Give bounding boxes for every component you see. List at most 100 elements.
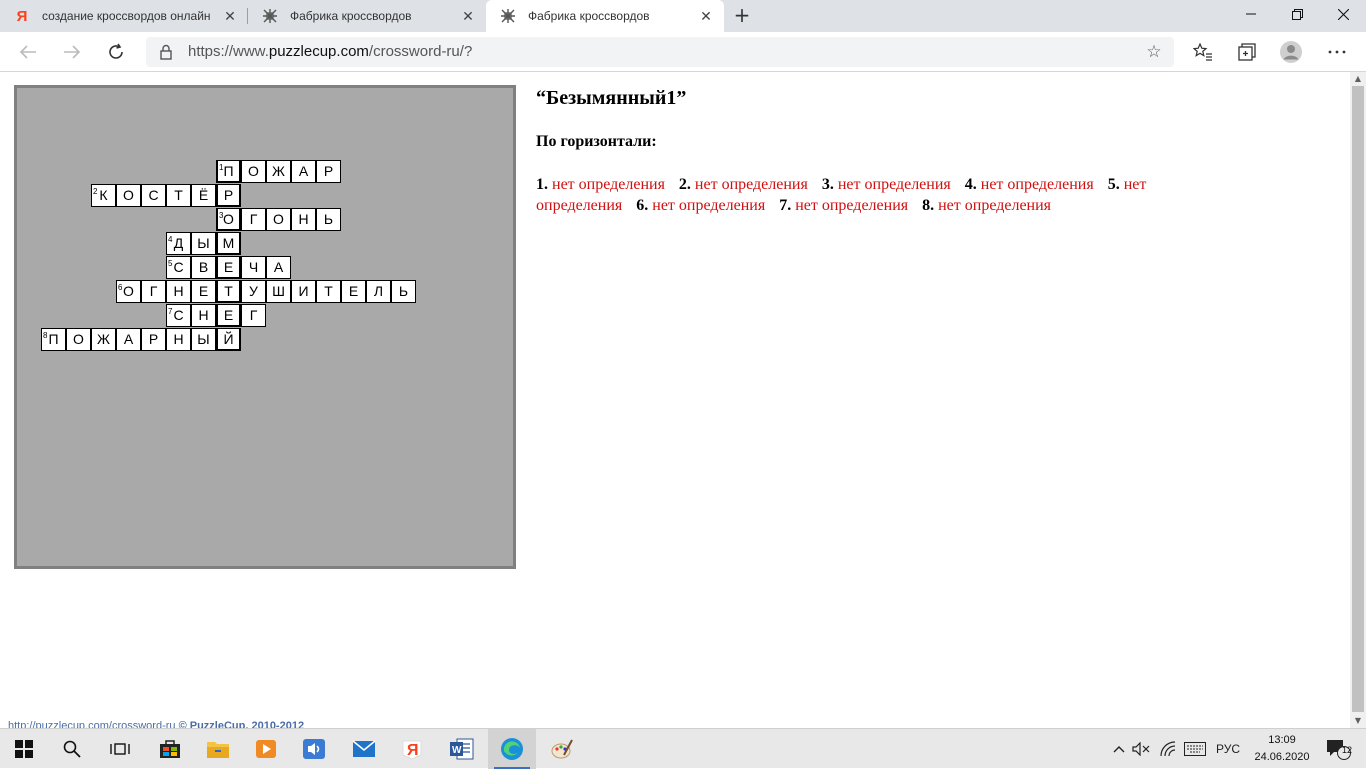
mail-icon[interactable] <box>340 729 388 769</box>
close-tab-icon[interactable]: ✕ <box>698 8 714 24</box>
crossword-cell[interactable]: У <box>241 280 266 303</box>
crossword-cell[interactable]: Ы <box>191 232 216 255</box>
crossword-cell[interactable]: Г <box>241 208 266 231</box>
back-icon[interactable] <box>14 38 42 66</box>
crossword-cell[interactable]: 5С <box>166 256 191 279</box>
crossword-cell[interactable]: Е <box>216 304 241 327</box>
url-text[interactable]: https://www.puzzlecup.com/crossword-ru/? <box>188 43 472 60</box>
crossword-cell[interactable]: Г <box>241 304 266 327</box>
task-view-icon[interactable] <box>96 729 144 769</box>
crossword-cell[interactable]: Р <box>216 184 241 207</box>
clue-item[interactable]: 8. нет определения <box>922 197 1051 214</box>
clue-item[interactable]: 4. нет определения <box>965 176 1094 193</box>
clue-item[interactable]: 2. нет определения <box>679 176 808 193</box>
yandex-browser-icon[interactable]: Я <box>388 729 436 769</box>
crossword-cell[interactable]: Н <box>291 208 316 231</box>
crossword-cell[interactable]: О <box>266 208 291 231</box>
crossword-cell[interactable]: Ь <box>391 280 416 303</box>
tab-crossword-1[interactable]: Фабрика кроссвордов ✕ <box>248 0 486 32</box>
clue-item[interactable]: 7. нет определения <box>779 197 908 214</box>
crossword-cell[interactable]: Г <box>141 280 166 303</box>
crossword-cell[interactable]: 2К <box>91 184 116 207</box>
crossword-cell[interactable]: О <box>116 184 141 207</box>
media-player-icon[interactable] <box>242 729 290 769</box>
crossword-cell[interactable]: В <box>191 256 216 279</box>
crossword-cell[interactable]: Т <box>216 280 241 303</box>
crossword-cell[interactable]: Ч <box>241 256 266 279</box>
system-clock[interactable]: 13:09 24.06.2020 <box>1244 732 1320 766</box>
volume-muted-icon[interactable] <box>1130 729 1152 769</box>
profile-avatar-icon[interactable] <box>1278 39 1304 65</box>
crossword-cell[interactable]: О <box>241 160 266 183</box>
tab-yandex[interactable]: Я создание кроссвордов онлайн ✕ <box>0 0 248 32</box>
refresh-icon[interactable] <box>102 38 130 66</box>
crossword-cell[interactable]: Н <box>191 304 216 327</box>
crossword-cell[interactable]: Ь <box>316 208 341 231</box>
footer-link[interactable]: http://puzzlecup.com/crossword-ru <box>8 720 176 728</box>
crossword-cell[interactable]: Ж <box>266 160 291 183</box>
restore-icon[interactable] <box>1274 0 1320 28</box>
crossword-cell[interactable]: 6О <box>116 280 141 303</box>
forward-icon[interactable] <box>58 38 86 66</box>
crossword-cell[interactable]: Н <box>166 328 191 351</box>
address-bar[interactable]: https://www.puzzlecup.com/crossword-ru/?… <box>146 37 1174 67</box>
scrollbar-thumb[interactable] <box>1352 86 1364 712</box>
close-tab-icon[interactable]: ✕ <box>460 8 476 24</box>
edge-browser-icon[interactable] <box>488 729 536 769</box>
crossword-cell[interactable]: Ы <box>191 328 216 351</box>
file-explorer-icon[interactable] <box>194 729 242 769</box>
crossword-cell[interactable]: А <box>266 256 291 279</box>
clue-item[interactable]: 6. нет определения <box>636 197 765 214</box>
crossword-cell[interactable]: 3О <box>216 208 241 231</box>
audio-app-icon[interactable] <box>290 729 338 769</box>
crossword-cell[interactable]: Н <box>166 280 191 303</box>
crossword-cell[interactable]: Т <box>166 184 191 207</box>
crossword-cell[interactable]: А <box>291 160 316 183</box>
minimize-icon[interactable] <box>1228 0 1274 28</box>
tray-overflow-chevron-icon[interactable] <box>1108 729 1130 769</box>
crossword-cell[interactable]: Ж <box>91 328 116 351</box>
crossword-cell[interactable]: С <box>141 184 166 207</box>
crossword-cell[interactable]: Ё <box>191 184 216 207</box>
crossword-cell[interactable]: 1П <box>216 160 241 183</box>
notifications-icon[interactable]: 12 <box>1320 729 1356 769</box>
crossword-cell[interactable]: А <box>116 328 141 351</box>
clue-item[interactable]: 1. нет определения <box>536 176 665 193</box>
new-tab-icon[interactable]: + <box>730 4 754 28</box>
vertical-scrollbar[interactable]: ▲ ▼ <box>1350 72 1366 728</box>
close-window-icon[interactable] <box>1320 0 1366 28</box>
crossword-cell[interactable]: Л <box>366 280 391 303</box>
lock-icon[interactable] <box>158 44 174 60</box>
crossword-cell[interactable]: Р <box>141 328 166 351</box>
close-tab-icon[interactable]: ✕ <box>222 8 238 24</box>
store-icon[interactable] <box>146 729 194 769</box>
paint-icon[interactable] <box>538 729 586 769</box>
word-icon[interactable]: W <box>438 729 486 769</box>
crossword-cell[interactable]: Й <box>216 328 241 351</box>
scroll-down-icon[interactable]: ▼ <box>1350 714 1366 728</box>
crossword-cell[interactable]: 8П <box>41 328 66 351</box>
search-icon[interactable] <box>48 729 96 769</box>
keyboard-icon[interactable] <box>1182 729 1208 769</box>
favorite-star-icon[interactable]: ☆ <box>1144 42 1164 62</box>
crossword-cell[interactable]: О <box>66 328 91 351</box>
network-icon[interactable] <box>1156 729 1180 769</box>
collections-icon[interactable] <box>1234 39 1260 65</box>
windows-start-icon[interactable] <box>0 729 48 769</box>
language-indicator[interactable]: РУС <box>1212 729 1244 769</box>
crossword-cell[interactable]: 7С <box>166 304 191 327</box>
crossword-cell[interactable]: М <box>216 232 241 255</box>
favorites-list-icon[interactable] <box>1190 39 1216 65</box>
clue-item[interactable]: 3. нет определения <box>822 176 951 193</box>
crossword-cell[interactable]: И <box>291 280 316 303</box>
crossword-cell[interactable]: Р <box>316 160 341 183</box>
more-menu-icon[interactable] <box>1324 39 1350 65</box>
crossword-cell[interactable]: Е <box>341 280 366 303</box>
crossword-cell[interactable]: Е <box>216 256 241 279</box>
tab-crossword-active[interactable]: Фабрика кроссвордов ✕ <box>486 0 724 32</box>
crossword-cell[interactable]: Ш <box>266 280 291 303</box>
crossword-cell[interactable]: Т <box>316 280 341 303</box>
crossword-cell[interactable]: 4Д <box>166 232 191 255</box>
scroll-up-icon[interactable]: ▲ <box>1350 72 1366 86</box>
crossword-cell[interactable]: Е <box>191 280 216 303</box>
